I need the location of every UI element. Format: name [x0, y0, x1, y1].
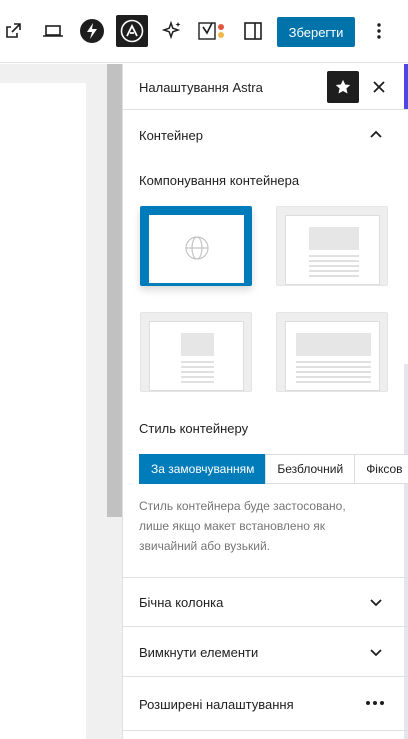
save-button[interactable]: Зберегти: [277, 17, 355, 47]
layout-narrow-graphic: [181, 333, 214, 383]
panel-advanced-settings[interactable]: Розширені налаштування: [123, 677, 408, 727]
chevron-down-icon[interactable]: [366, 592, 386, 612]
panel-container-header[interactable]: Контейнер: [123, 110, 408, 160]
layout-normal-graphic: [309, 227, 359, 277]
editor-toolbar: Зберегти: [0, 0, 408, 63]
globe-icon: [185, 236, 209, 260]
more-options-icon[interactable]: [363, 15, 395, 47]
panel-title: Розширені налаштування: [139, 697, 294, 712]
editor-window: Зберегти Налаштування Astra Контейнер Ко…: [0, 0, 408, 739]
layout-option-preview: [149, 321, 244, 391]
style-option-fixed[interactable]: Фіксов: [354, 454, 408, 484]
chevron-up-icon[interactable]: [366, 125, 386, 145]
panel-title: Бічна колонка: [139, 595, 224, 610]
astra-icon[interactable]: [116, 15, 148, 47]
layout-option-narrow[interactable]: [140, 312, 252, 392]
layout-full-width-graphic: [296, 333, 371, 383]
canvas-scrollbar-thumb[interactable]: [107, 64, 122, 517]
external-link-icon[interactable]: [0, 15, 29, 47]
star-icon[interactable]: [327, 71, 359, 103]
chevron-down-icon[interactable]: [366, 642, 386, 662]
layout-option-default[interactable]: [140, 206, 252, 286]
container-style-toggle: За замовчуванням Безблочний Фіксов: [139, 454, 408, 484]
layout-option-preview: [285, 321, 380, 391]
style-option-default[interactable]: За замовчуванням: [139, 454, 267, 484]
layout-option-normal[interactable]: [276, 206, 388, 286]
close-icon[interactable]: [367, 75, 391, 99]
layout-option-preview: [149, 215, 244, 283]
sidebar-header: Налаштування Astra: [123, 64, 408, 110]
panel-disable-elements[interactable]: Вимкнути елементи: [123, 627, 408, 677]
style-option-boxless[interactable]: Безблочний: [265, 454, 356, 484]
yoast-icon[interactable]: [196, 15, 228, 47]
desktop-preview-icon[interactable]: [37, 15, 69, 47]
panel-sidebar-column[interactable]: Бічна колонка: [123, 577, 408, 627]
sparkle-icon[interactable]: [156, 15, 188, 47]
astra-settings-sidebar: Налаштування Astra Контейнер Компонуванн…: [122, 64, 408, 739]
spectra-bolt-icon[interactable]: [76, 15, 108, 47]
sidebar-toggle-icon[interactable]: [237, 15, 269, 47]
layout-option-preview: [285, 215, 380, 285]
container-style-help: Стиль контейнера буде застосовано, лише …: [139, 499, 346, 553]
editor-canvas[interactable]: [0, 64, 122, 739]
panel-title: Вимкнути елементи: [139, 645, 259, 660]
panel-container-title: Контейнер: [139, 128, 203, 143]
layout-option-full-width[interactable]: [276, 312, 388, 392]
canvas-page[interactable]: [0, 83, 86, 739]
divider: [123, 730, 408, 731]
more-horizontal-icon[interactable]: [365, 693, 385, 713]
container-style-label: Стиль контейнеру: [139, 421, 249, 436]
container-layout-label: Компонування контейнера: [139, 173, 300, 188]
sidebar-title: Налаштування Astra: [139, 80, 263, 95]
